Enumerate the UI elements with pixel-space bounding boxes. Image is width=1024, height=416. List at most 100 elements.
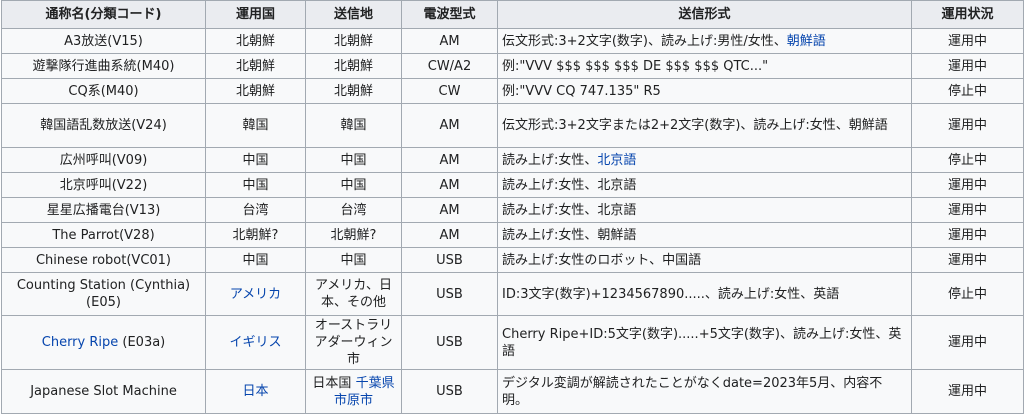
mode-cell: AM: [401, 28, 498, 54]
cell-text: 韓国: [242, 118, 269, 133]
cell-text: 北朝鮮?: [232, 227, 279, 243]
table-row: The Parrot(V28) 北朝鮮? 北朝鮮? AM 読み上げ:女性、朝鮮語 運用中: [1, 222, 1024, 248]
name-cell: 遊撃隊行進曲系統(M40): [1, 53, 206, 79]
name-cell: 北京呼叫(V22): [1, 172, 206, 198]
country-cell: 日本: [205, 369, 306, 414]
wiki-link[interactable]: 日本: [242, 384, 268, 399]
header-status[interactable]: 運用状況: [911, 0, 1024, 29]
cell-text: 韓国: [340, 118, 367, 133]
country-cell: 中国: [205, 172, 306, 198]
location-cell: 台湾: [305, 197, 402, 223]
name-cell: The Parrot(V28): [1, 222, 206, 248]
location-cell: 北朝鮮?: [305, 222, 402, 248]
table-body: A3放送(V15) 北朝鮮 北朝鮮 AM 伝文形式:3+2文字(数字)、読み上げ:男性/…: [1, 28, 1024, 414]
cell-text: 伝文形式:3+2文字または2+2文字(数字)、読み上げ:女性、朝鮮語: [502, 118, 888, 133]
location-cell: 北朝鮮: [305, 78, 402, 104]
status-cell: 運用中: [911, 103, 1024, 148]
format-cell: Cherry Ripe+ID:5文字(数字).....+5文字(数字)、読み上げ…: [497, 315, 912, 370]
cell-text: 中国: [242, 152, 269, 168]
table-row: Chinese robot(VC01) 中国 中国 USB 読み上げ:女性のロボット、中…: [1, 247, 1024, 273]
name-cell: CQ系(M40): [1, 78, 206, 104]
cell-text: 日本国: [312, 375, 356, 391]
status-cell: 停止中: [911, 78, 1024, 104]
country-cell: 北朝鮮: [205, 28, 306, 54]
cell-text: 読み上げ:女性、朝鮮語: [502, 227, 637, 243]
mode-cell: AM: [401, 197, 498, 223]
format-cell: デジタル変調が解読されたことがなくdate=2023年5月、内容不明。: [497, 369, 912, 414]
location-cell: 日本国 千葉県 市原市: [305, 369, 402, 414]
status-cell: 運用中: [911, 369, 1024, 414]
status-cell: 運用中: [911, 247, 1024, 273]
country-cell: 北朝鮮?: [205, 222, 306, 248]
mode-cell: USB: [401, 272, 498, 316]
name-cell: Counting Station (Cynthia) (E05): [1, 272, 206, 316]
country-cell: 中国: [205, 247, 306, 273]
cell-text: 読み上げ:女性、北京語: [502, 177, 637, 193]
country-cell: 台湾: [205, 197, 306, 223]
table-row: 北京呼叫(V22) 中国 中国 AM 読み上げ:女性、北京語 運用中: [1, 172, 1024, 198]
header-mode[interactable]: 電波型式: [401, 0, 498, 29]
header-location[interactable]: 送信地: [305, 0, 402, 29]
mode-cell: AM: [401, 172, 498, 198]
cell-text: 中国: [340, 252, 367, 268]
cell-text: 読み上げ:女性のロボット、中国語: [502, 252, 702, 268]
wiki-link[interactable]: Cherry Ripe: [42, 335, 119, 350]
wiki-link[interactable]: イギリス: [229, 335, 281, 350]
country-cell: イギリス: [205, 315, 306, 370]
status-cell: 運用中: [911, 172, 1024, 198]
cell-text: 北京呼叫(V22): [59, 177, 148, 193]
mode-cell: AM: [401, 103, 498, 148]
table-row: Counting Station (Cynthia) (E05) アメリカ アメリカ…: [1, 272, 1024, 316]
wiki-link[interactable]: 朝鮮語: [787, 34, 826, 49]
table-row: 韓国語乱数放送(V24) 韓国 韓国 AM 伝文形式:3+2文字または2+2文字(数字)…: [1, 103, 1024, 148]
location-cell: 北朝鮮: [305, 53, 402, 79]
wiki-link[interactable]: 千葉県: [356, 376, 395, 391]
status-cell: 運用中: [911, 28, 1024, 54]
wiki-link[interactable]: 市原市: [334, 393, 373, 408]
table-row: A3放送(V15) 北朝鮮 北朝鮮 AM 伝文形式:3+2文字(数字)、読み上げ:男性/…: [1, 28, 1024, 54]
cell-text: オーストラリアダーウィン市: [314, 318, 393, 367]
cell-text: 例:"VVV CQ 747.135" R5: [502, 83, 661, 99]
name-cell: Japanese Slot Machine: [1, 369, 206, 414]
name-cell: 広州呼叫(V09): [1, 147, 206, 173]
location-cell: アメリカ、日本、その他: [305, 272, 402, 316]
format-cell: 読み上げ:女性、北京語: [497, 172, 912, 198]
cell-text: 北朝鮮: [333, 33, 373, 49]
cell-text: Japanese Slot Machine: [30, 384, 177, 399]
country-cell: 中国: [205, 147, 306, 173]
format-cell: 読み上げ:女性、北京語: [497, 197, 912, 223]
cell-text: 北朝鮮?: [330, 227, 377, 243]
cell-text: 星星広播電台(V13): [46, 202, 161, 218]
location-cell: 中国: [305, 172, 402, 198]
wiki-link[interactable]: 北京語: [597, 153, 636, 168]
cell-text: 遊撃隊行進曲系統(M40): [32, 58, 175, 74]
header-name[interactable]: 通称名(分類コード): [1, 0, 206, 29]
country-cell: 北朝鮮: [205, 78, 306, 104]
table-row: Cherry Ripe (E03a) イギリス オーストラリアダーウィン市 USB Ch…: [1, 315, 1024, 370]
name-cell: 星星広播電台(V13): [1, 197, 206, 223]
wiki-link[interactable]: アメリカ: [230, 287, 281, 302]
cell-text: デジタル変調が解読されたことがなくdate=2023年5月、内容不明。: [502, 375, 883, 408]
cell-text: Chinese robot(VC01): [35, 252, 172, 268]
cell-text: 北朝鮮: [333, 83, 373, 99]
table-row: 広州呼叫(V09) 中国 中国 AM 読み上げ:女性、北京語 停止中: [1, 147, 1024, 173]
cell-text: A3放送(V15): [64, 33, 143, 49]
cell-text: 読み上げ:女性、: [502, 152, 598, 168]
numbers-station-table: 通称名(分類コード) 運用国 送信地 電波型式 送信形式 運用状況 A3放送(V…: [1, 0, 1024, 414]
mode-cell: USB: [401, 369, 498, 414]
name-cell: Cherry Ripe (E03a): [1, 315, 206, 370]
header-country[interactable]: 運用国: [205, 0, 306, 29]
status-cell: 運用中: [911, 197, 1024, 223]
cell-text: 中国: [340, 177, 367, 193]
mode-cell: CW/A2: [401, 53, 498, 79]
location-cell: 中国: [305, 147, 402, 173]
status-cell: 停止中: [911, 272, 1024, 316]
header-format[interactable]: 送信形式: [497, 0, 912, 29]
cell-text: 伝文形式:3+2文字(数字)、読み上げ:男性/女性、: [502, 33, 787, 49]
table-row: 遊撃隊行進曲系統(M40) 北朝鮮 北朝鮮 CW/A2 例:"VVV $$$ $$$ $…: [1, 53, 1024, 79]
location-cell: オーストラリアダーウィン市: [305, 315, 402, 370]
cell-text: 台湾: [242, 202, 269, 218]
location-cell: 北朝鮮: [305, 28, 402, 54]
status-cell: 運用中: [911, 53, 1024, 79]
mode-cell: AM: [401, 222, 498, 248]
